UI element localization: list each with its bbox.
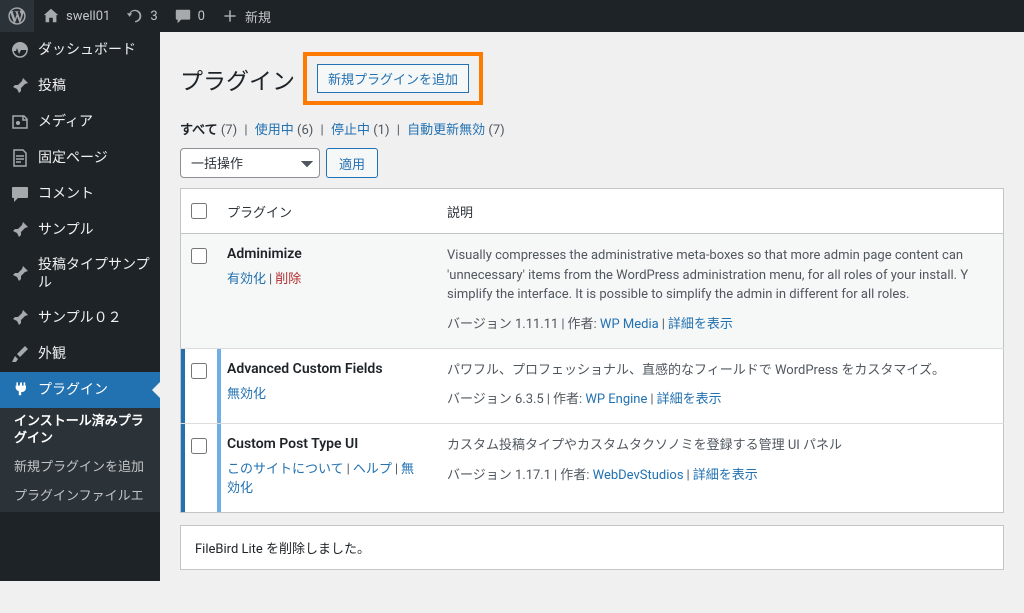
menu-item-固定ページ[interactable]: 固定ページ xyxy=(0,140,160,176)
menu-item-外観[interactable]: 外観 xyxy=(0,336,160,372)
menu-item-投稿タイプサンプル[interactable]: 投稿タイプサンプル xyxy=(0,248,160,300)
plugin-filters: すべて (7) | 使用中 (6) | 停止中 (1) | 自動更新無効 (7) xyxy=(180,119,1004,138)
plugin-row-actions: このサイトについて|ヘルプ|無効化 xyxy=(227,458,427,496)
plugin-action-link[interactable]: 削除 xyxy=(275,272,301,287)
comments-link[interactable]: 0 xyxy=(166,0,213,32)
plugin-meta: バージョン 1.17.1|作者: WebDevStudios|詳細を表示 xyxy=(447,464,993,483)
plugin-row: Advanced Custom Fields 無効化 パワフル、プロフェッショナル、… xyxy=(181,348,1004,424)
plugin-action-link[interactable]: 有効化 xyxy=(227,272,266,287)
plugin-row: Adminimize 有効化|削除 Visually compresses the … xyxy=(181,234,1004,349)
plugin-name: Adminimize xyxy=(227,246,427,262)
plugin-row-actions: 有効化|削除 xyxy=(227,268,427,287)
menu-item-メディア[interactable]: メディア xyxy=(0,104,160,140)
plug-icon xyxy=(10,380,30,400)
plugin-details-link[interactable]: 詳細を表示 xyxy=(693,468,758,483)
deleted-notice: FileBird Lite を削除しました。 xyxy=(180,525,1004,570)
select-plugin-checkbox[interactable] xyxy=(191,438,207,454)
plugin-name: Advanced Custom Fields xyxy=(227,361,427,377)
wordpress-icon xyxy=(8,7,26,25)
plugin-author-link[interactable]: WebDevStudios xyxy=(593,468,684,483)
menu-item-label: プラグイン xyxy=(38,381,108,399)
pin-icon xyxy=(10,264,30,284)
plugin-meta: バージョン 1.11.11|作者: WP Media|詳細を表示 xyxy=(447,313,993,332)
menu-item-サンプル[interactable]: サンプル xyxy=(0,212,160,248)
plugin-author-link[interactable]: WP Engine xyxy=(585,392,647,407)
menu-item-label: ダッシュボード xyxy=(38,41,136,59)
plugin-action-link[interactable]: このサイトについて xyxy=(227,462,344,477)
plugin-details-link[interactable]: 詳細を表示 xyxy=(657,392,722,407)
add-new-highlight: 新規プラグインを追加 xyxy=(303,52,483,105)
main-content: プラグイン 新規プラグインを追加 すべて (7) | 使用中 (6) | 停止中… xyxy=(160,32,1024,581)
plugin-meta: バージョン 6.3.5|作者: WP Engine|詳細を表示 xyxy=(447,388,993,407)
new-content[interactable]: 新規 xyxy=(213,0,279,32)
plugin-name: Custom Post Type UI xyxy=(227,436,427,452)
comments-count: 0 xyxy=(198,9,205,24)
submenu-item[interactable]: インストール済みプラグイン xyxy=(0,408,160,454)
plugin-action-link[interactable]: 無効化 xyxy=(227,387,266,402)
home-icon xyxy=(42,7,60,25)
select-plugin-checkbox[interactable] xyxy=(191,363,207,379)
select-all-checkbox[interactable] xyxy=(191,203,207,219)
plugin-description: パワフル、プロフェッショナル、直感的なフィールドで WordPress をカスタ… xyxy=(447,361,993,381)
plugin-author-link[interactable]: WP Media xyxy=(600,317,659,332)
pin-icon xyxy=(10,220,30,240)
bulk-action-select[interactable]: 一括操作 xyxy=(180,148,320,178)
bulk-apply-button[interactable]: 適用 xyxy=(326,148,378,178)
wp-logo[interactable] xyxy=(0,0,34,32)
update-icon xyxy=(126,7,144,25)
menu-item-ダッシュボード[interactable]: ダッシュボード xyxy=(0,32,160,68)
updates-count: 3 xyxy=(150,9,157,24)
select-plugin-checkbox[interactable] xyxy=(191,248,207,264)
add-new-button[interactable]: 新規プラグインを追加 xyxy=(317,64,469,93)
menu-item-label: 外観 xyxy=(38,345,66,363)
plugin-action-link[interactable]: ヘルプ xyxy=(353,462,392,477)
dashboard-icon xyxy=(10,40,30,60)
comment-icon xyxy=(174,7,192,25)
menu-item-label: 固定ページ xyxy=(38,149,108,167)
menu-item-コメント[interactable]: コメント xyxy=(0,176,160,212)
submenu-item[interactable]: プラグインファイルエ xyxy=(0,483,160,512)
column-description: 説明 xyxy=(437,189,1004,234)
page-icon xyxy=(10,148,30,168)
admin-sidebar: ダッシュボード投稿メディア固定ページコメントサンプル投稿タイプサンプルサンプル０… xyxy=(0,32,160,581)
menu-item-サンプル０２[interactable]: サンプル０２ xyxy=(0,300,160,336)
column-name[interactable]: プラグイン xyxy=(217,189,437,234)
plugin-row: Custom Post Type UI このサイトについて|ヘルプ|無効化カスタム… xyxy=(181,424,1004,513)
plugin-row-actions: 無効化 xyxy=(227,383,427,402)
filter-active[interactable]: 使用中 xyxy=(255,123,294,138)
plugin-details-link[interactable]: 詳細を表示 xyxy=(668,317,733,332)
plugins-submenu: インストール済みプラグイン新規プラグインを追加プラグインファイルエ xyxy=(0,408,160,512)
menu-item-label: 投稿 xyxy=(38,77,66,95)
media-icon xyxy=(10,112,30,132)
menu-item-プラグイン[interactable]: プラグイン xyxy=(0,372,160,408)
filter-all[interactable]: すべて xyxy=(180,123,218,138)
filter-inactive[interactable]: 停止中 xyxy=(331,123,370,138)
site-link[interactable]: swell01 xyxy=(34,0,118,32)
plugin-description: カスタム投稿タイプやカスタムタクソノミを登録する管理 UI パネル xyxy=(447,436,993,456)
filter-autoupdate-disabled[interactable]: 自動更新無効 xyxy=(407,123,485,138)
menu-item-label: コメント xyxy=(38,185,94,203)
site-name: swell01 xyxy=(66,9,110,24)
pin-icon xyxy=(10,308,30,328)
pin-icon xyxy=(10,76,30,96)
plus-icon xyxy=(221,7,239,25)
new-label: 新規 xyxy=(245,7,271,26)
menu-item-label: サンプル xyxy=(38,221,94,239)
menu-item-label: サンプル０２ xyxy=(38,309,122,327)
brush-icon xyxy=(10,344,30,364)
menu-item-label: メディア xyxy=(38,113,93,131)
updates-link[interactable]: 3 xyxy=(118,0,165,32)
plugins-table: プラグイン 説明 Adminimize 有効化|削除 Visually compre… xyxy=(180,188,1004,513)
page-title: プラグイン xyxy=(180,62,295,96)
submenu-item[interactable]: 新規プラグインを追加 xyxy=(0,454,160,483)
plugin-description: Visually compresses the administrative m… xyxy=(447,246,993,305)
menu-item-label: 投稿タイプサンプル xyxy=(38,256,150,292)
menu-item-投稿[interactable]: 投稿 xyxy=(0,68,160,104)
admin-bar: swell01 3 0 新規 xyxy=(0,0,1024,32)
comment-icon xyxy=(10,184,30,204)
